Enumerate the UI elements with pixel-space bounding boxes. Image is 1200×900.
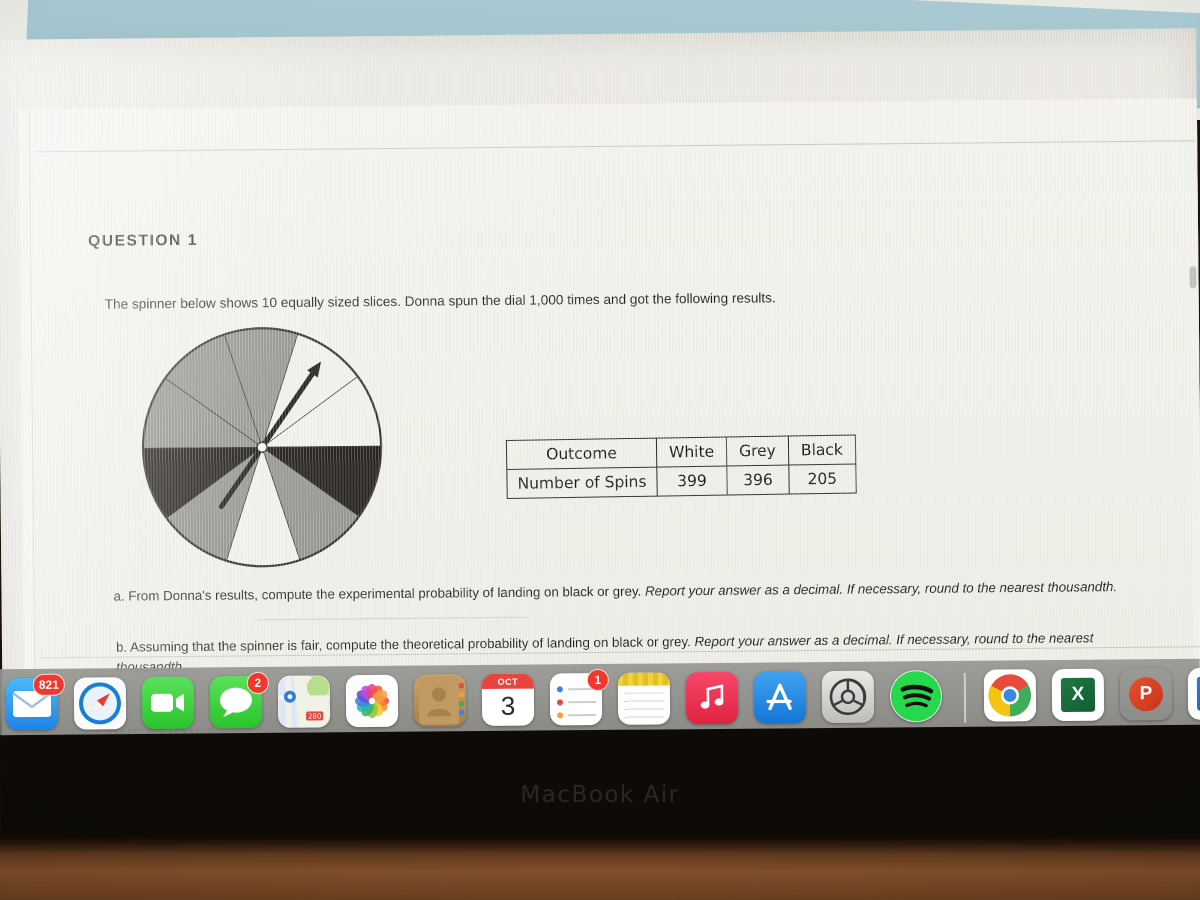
macbook-air-label: MacBook Air bbox=[520, 782, 680, 808]
dock-item-music[interactable] bbox=[685, 671, 742, 738]
dock-item-notes[interactable] bbox=[617, 672, 674, 728]
photos-icon bbox=[345, 674, 399, 728]
cell-spins-white: 399 bbox=[656, 466, 728, 497]
dock-separator bbox=[963, 672, 967, 723]
dock-item-safari[interactable] bbox=[73, 677, 130, 743]
dock-item-excel[interactable]: X bbox=[1051, 668, 1108, 734]
powerpoint-icon: P bbox=[1120, 668, 1172, 720]
calendar-day-number: 3 bbox=[500, 690, 516, 721]
spinner-diagram bbox=[139, 324, 385, 570]
reminder-line bbox=[568, 714, 597, 717]
appstore-icon bbox=[753, 671, 807, 724]
music-icon bbox=[685, 671, 739, 725]
notes-lines bbox=[623, 692, 665, 719]
reminders-badge: 1 bbox=[586, 668, 609, 692]
results-table: Outcome White Grey Black Number of Spins… bbox=[506, 434, 857, 499]
part-a-italic: Report your answer as a decimal. If nece… bbox=[644, 579, 1118, 599]
row-label-spins: Number of Spins bbox=[506, 467, 658, 499]
contacts-icon bbox=[413, 674, 467, 727]
dock-item-mail[interactable]: 821 bbox=[5, 673, 65, 734]
question-1-heading: QUESTION 1 bbox=[88, 231, 199, 250]
laptop-photo: QUESTION 1 The spinner below shows 10 eq… bbox=[0, 0, 1200, 900]
desk-shadow bbox=[0, 836, 1200, 854]
facetime-icon bbox=[141, 676, 195, 729]
dock-item-word[interactable]: W bbox=[1187, 667, 1200, 723]
dock-item-photos[interactable] bbox=[345, 674, 402, 731]
dock-item-contacts[interactable] bbox=[413, 674, 470, 730]
svg-text:280: 280 bbox=[308, 712, 321, 720]
dock-item-messages[interactable]: 2 bbox=[209, 671, 269, 742]
calendar-icon: OCT 3 bbox=[481, 673, 535, 727]
spotify-icon bbox=[889, 670, 943, 723]
dock-item-powerpoint[interactable]: P bbox=[1120, 668, 1176, 734]
spinner-svg bbox=[142, 327, 383, 568]
excel-icon: X bbox=[1051, 668, 1105, 722]
table-row-spins: Number of Spins 399 396 205 bbox=[506, 463, 856, 499]
cell-outcome-white: White bbox=[656, 437, 727, 468]
cell-spins-grey: 396 bbox=[726, 465, 790, 496]
results-table-body: Outcome White Grey Black Number of Spins… bbox=[506, 434, 856, 499]
cell-outcome-grey: Grey bbox=[726, 436, 789, 467]
dock-item-chrome[interactable] bbox=[983, 669, 1040, 735]
part-b-label: b. bbox=[115, 639, 128, 655]
laptop-screen: QUESTION 1 The spinner below shows 10 eq… bbox=[0, 28, 1200, 744]
sysprefs-icon bbox=[821, 670, 875, 724]
messages-badge: 2 bbox=[246, 671, 269, 695]
dock-item-spotify[interactable] bbox=[889, 670, 946, 736]
scrollbar-thumb[interactable] bbox=[1189, 266, 1197, 289]
row-label-outcome: Outcome bbox=[506, 438, 657, 470]
maps-icon: 280 bbox=[277, 675, 331, 728]
reminder-dot bbox=[556, 686, 563, 693]
part-a-text: From Donna's results, compute the experi… bbox=[128, 583, 642, 604]
cell-spins-black: 205 bbox=[788, 463, 856, 495]
chrome-icon bbox=[983, 669, 1037, 722]
mail-badge: 821 bbox=[32, 673, 65, 696]
reminder-row bbox=[557, 712, 597, 719]
excel-letter: X bbox=[1060, 677, 1096, 712]
dock-item-facetime[interactable] bbox=[141, 676, 198, 733]
dock-item-appstore[interactable] bbox=[753, 671, 810, 727]
spinner-hub bbox=[256, 441, 268, 453]
reminder-dot bbox=[557, 712, 564, 719]
worksheet-page: QUESTION 1 The spinner below shows 10 eq… bbox=[18, 98, 1200, 744]
dock-item-sysprefs[interactable] bbox=[821, 670, 878, 727]
powerpoint-letter: P bbox=[1128, 677, 1164, 712]
notes-icon bbox=[617, 672, 671, 725]
safari-icon bbox=[73, 677, 127, 730]
reminder-line bbox=[568, 701, 597, 704]
part-b-text: Assuming that the spinner is fair, compu… bbox=[130, 634, 691, 655]
cell-outcome-black: Black bbox=[788, 434, 856, 466]
notes-header bbox=[617, 672, 670, 686]
part-a-label: a. bbox=[113, 588, 125, 604]
word-icon: W bbox=[1187, 667, 1200, 720]
dock-item-calendar[interactable]: OCT 3 bbox=[481, 673, 538, 730]
dock-item-reminders[interactable]: 1 bbox=[549, 668, 609, 729]
dock-item-maps[interactable]: 280 bbox=[277, 675, 334, 731]
reminder-dot bbox=[556, 699, 564, 706]
reminder-row bbox=[556, 699, 597, 706]
